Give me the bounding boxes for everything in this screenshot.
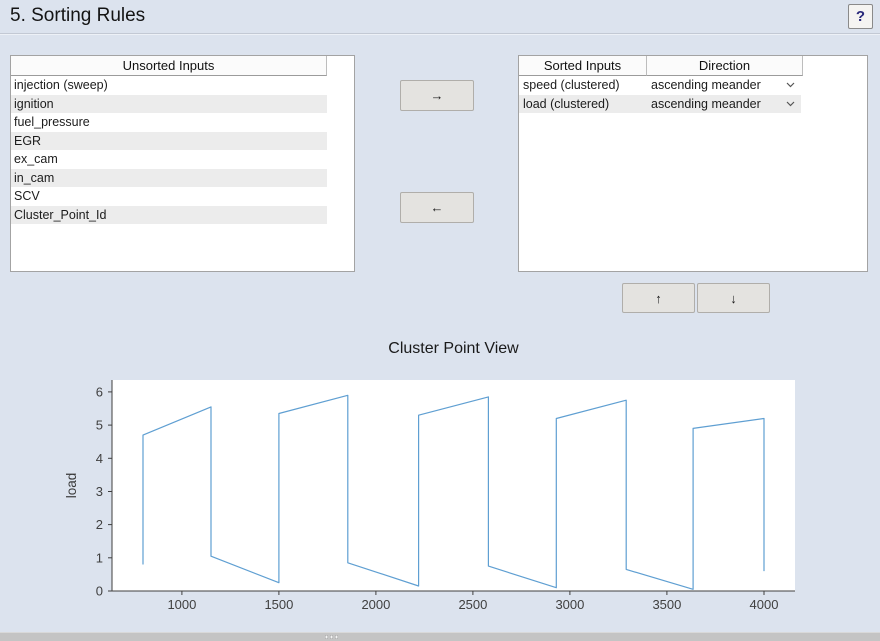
svg-text:3500: 3500 [652, 597, 681, 612]
sorted-input-cell[interactable]: load (clustered) [519, 95, 647, 114]
list-item[interactable]: in_cam [11, 169, 327, 188]
cluster-point-chart: 1000 1500 2000 2500 3000 3500 4000 0 1 2 3 4 5 6 load [58, 368, 808, 630]
sorted-inputs-list: speed (clustered)ascending meanderload (… [519, 76, 867, 113]
svg-text:1500: 1500 [264, 597, 293, 612]
list-item[interactable]: injection (sweep) [11, 76, 327, 95]
svg-text:1: 1 [96, 550, 103, 565]
svg-text:2500: 2500 [458, 597, 487, 612]
help-button[interactable]: ? [848, 4, 873, 29]
svg-text:2: 2 [96, 517, 103, 532]
move-right-button[interactable]: → [400, 80, 474, 111]
table-row: load (clustered)ascending meander [519, 95, 867, 114]
sorted-inputs-table[interactable]: Sorted Inputs Direction speed (clustered… [518, 55, 868, 272]
page-title: 5. Sorting Rules [10, 5, 145, 27]
list-item[interactable]: SCV [11, 187, 327, 206]
splitter-grip-icon[interactable] [325, 635, 338, 639]
sorted-inputs-header-row: Sorted Inputs Direction [519, 56, 867, 76]
chevron-down-icon [786, 82, 795, 88]
list-item[interactable]: ignition [11, 95, 327, 114]
svg-text:0: 0 [96, 584, 103, 599]
svg-text:2000: 2000 [361, 597, 390, 612]
chart-title: Cluster Point View [112, 340, 795, 360]
move-down-button[interactable]: ↓ [697, 283, 770, 313]
list-item[interactable]: ex_cam [11, 150, 327, 169]
svg-text:5: 5 [96, 418, 103, 433]
sorted-inputs-column-header: Sorted Inputs [519, 56, 647, 76]
svg-text:load: load [64, 473, 79, 499]
svg-text:1000: 1000 [167, 597, 196, 612]
unsorted-inputs-header-row: Unsorted Inputs [11, 56, 354, 76]
direction-dropdown[interactable]: ascending meander [647, 76, 801, 95]
unsorted-inputs-table[interactable]: Unsorted Inputs injection (sweep)ignitio… [10, 55, 355, 272]
svg-text:4: 4 [96, 451, 103, 466]
svg-text:4000: 4000 [750, 597, 779, 612]
direction-value: ascending meander [651, 95, 761, 114]
svg-text:3000: 3000 [555, 597, 584, 612]
table-row: speed (clustered)ascending meander [519, 76, 867, 95]
chevron-down-icon [786, 101, 795, 107]
header-bar: 5. Sorting Rules [0, 0, 880, 34]
unsorted-inputs-column-header: Unsorted Inputs [11, 56, 327, 76]
list-item[interactable]: EGR [11, 132, 327, 151]
svg-text:3: 3 [96, 484, 103, 499]
sorted-input-cell[interactable]: speed (clustered) [519, 76, 647, 95]
move-left-button[interactable]: ← [400, 192, 474, 223]
unsorted-inputs-list: injection (sweep)ignitionfuel_pressureEG… [11, 76, 354, 224]
direction-value: ascending meander [651, 76, 761, 95]
direction-column-header: Direction [647, 56, 803, 76]
move-up-button[interactable]: ↑ [622, 283, 695, 313]
list-item[interactable]: Cluster_Point_Id [11, 206, 327, 225]
svg-text:6: 6 [96, 384, 103, 399]
bottom-splitter[interactable] [0, 632, 880, 641]
list-item[interactable]: fuel_pressure [11, 113, 327, 132]
direction-dropdown[interactable]: ascending meander [647, 95, 801, 114]
